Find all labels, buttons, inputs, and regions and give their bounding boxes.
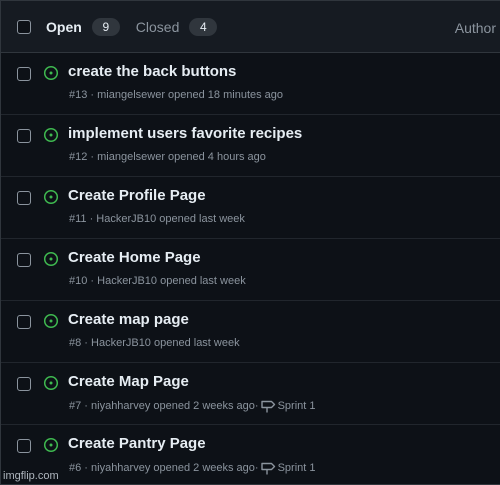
- tab-open-issues[interactable]: Open 9: [46, 17, 120, 36]
- issue-row: Create map page #8 · HackerJB10 opened la…: [1, 301, 500, 363]
- issue-meta-text: #10 · HackerJB10 opened last week: [69, 275, 246, 287]
- tab-closed-issues[interactable]: Closed 4: [135, 17, 218, 36]
- issue-open-icon: [43, 437, 59, 453]
- open-count-badge: 9: [91, 17, 120, 36]
- issue-title-link[interactable]: create the back buttons: [68, 63, 236, 80]
- milestone-icon: [260, 462, 275, 475]
- issue-meta-text: #13 · miangelsewer opened 18 minutes ago: [69, 89, 284, 101]
- issue-title-link[interactable]: Create Map Page: [68, 373, 189, 390]
- issue-title-link[interactable]: Create Home Page: [68, 249, 201, 266]
- issue-meta-text: #8 · HackerJB10 opened last week: [69, 337, 240, 349]
- watermark: imgflip.com: [3, 470, 59, 482]
- issue-title-link[interactable]: Create Pantry Page: [68, 435, 206, 452]
- issue-meta: #10 · HackerJB10 opened last week: [69, 275, 246, 287]
- issue-meta: #6 · niyahharvey opened 2 weeks ago· Spri…: [69, 461, 316, 475]
- issue-rows: create the back buttons #13 · miangelsewe…: [1, 53, 500, 485]
- issues-list-header: Open 9 Closed 4 Author: [1, 1, 500, 53]
- issue-checkbox[interactable]: [17, 253, 31, 267]
- issue-meta: #12 · miangelsewer opened 4 hours ago: [69, 151, 266, 163]
- issues-list: Open 9 Closed 4 Author create the back b…: [0, 0, 500, 485]
- issue-meta: #7 · niyahharvey opened 2 weeks ago· Spri…: [69, 399, 316, 413]
- issue-row: Create Pantry Page #6 · niyahharvey opene…: [1, 425, 500, 485]
- issue-checkbox[interactable]: [17, 439, 31, 453]
- open-tab-label: Open: [46, 18, 82, 35]
- issue-row: implement users favorite recipes #12 · mi…: [1, 115, 500, 177]
- issue-title-link[interactable]: Create Profile Page: [68, 187, 206, 204]
- issue-open-icon: [43, 65, 59, 81]
- closed-tab-label: Closed: [135, 18, 180, 35]
- milestone-link[interactable]: Sprint 1: [278, 400, 316, 412]
- issue-meta-text: #11 · HackerJB10 opened last week: [69, 213, 245, 225]
- author-filter[interactable]: Author: [455, 20, 496, 36]
- issue-meta-text: #6 · niyahharvey opened 2 weeks ago·: [69, 462, 259, 474]
- issue-meta-text: #12 · miangelsewer opened 4 hours ago: [69, 151, 266, 163]
- closed-count-badge: 4: [189, 17, 218, 36]
- issue-checkbox[interactable]: [17, 129, 31, 143]
- issue-checkbox[interactable]: [17, 191, 31, 205]
- issue-open-icon: [43, 313, 59, 329]
- issue-open-icon: [43, 251, 59, 267]
- select-all-checkbox[interactable]: [17, 19, 31, 34]
- issue-checkbox[interactable]: [17, 67, 31, 81]
- issue-open-icon: [43, 127, 59, 143]
- issue-checkbox[interactable]: [17, 377, 31, 391]
- issue-row: create the back buttons #13 · miangelsewe…: [1, 53, 500, 115]
- issue-meta-text: #7 · niyahharvey opened 2 weeks ago·: [69, 400, 259, 412]
- issue-meta: #13 · miangelsewer opened 18 minutes ago: [69, 89, 283, 101]
- issue-row: Create Profile Page #11 · HackerJB10 open…: [1, 177, 500, 239]
- milestone-icon: [260, 400, 275, 413]
- issue-meta: #11 · HackerJB10 opened last week: [69, 213, 245, 225]
- issue-row: Create Map Page #7 · niyahharvey opened 2…: [1, 363, 500, 425]
- issue-checkbox[interactable]: [17, 315, 31, 329]
- issue-row: Create Home Page #10 · HackerJB10 opened …: [1, 239, 500, 301]
- issue-open-icon: [43, 189, 59, 205]
- issue-meta: #8 · HackerJB10 opened last week: [69, 337, 240, 349]
- issue-title-link[interactable]: implement users favorite recipes: [68, 125, 302, 142]
- milestone-link[interactable]: Sprint 1: [278, 462, 316, 474]
- issue-title-link[interactable]: Create map page: [68, 311, 189, 328]
- issue-open-icon: [43, 375, 59, 391]
